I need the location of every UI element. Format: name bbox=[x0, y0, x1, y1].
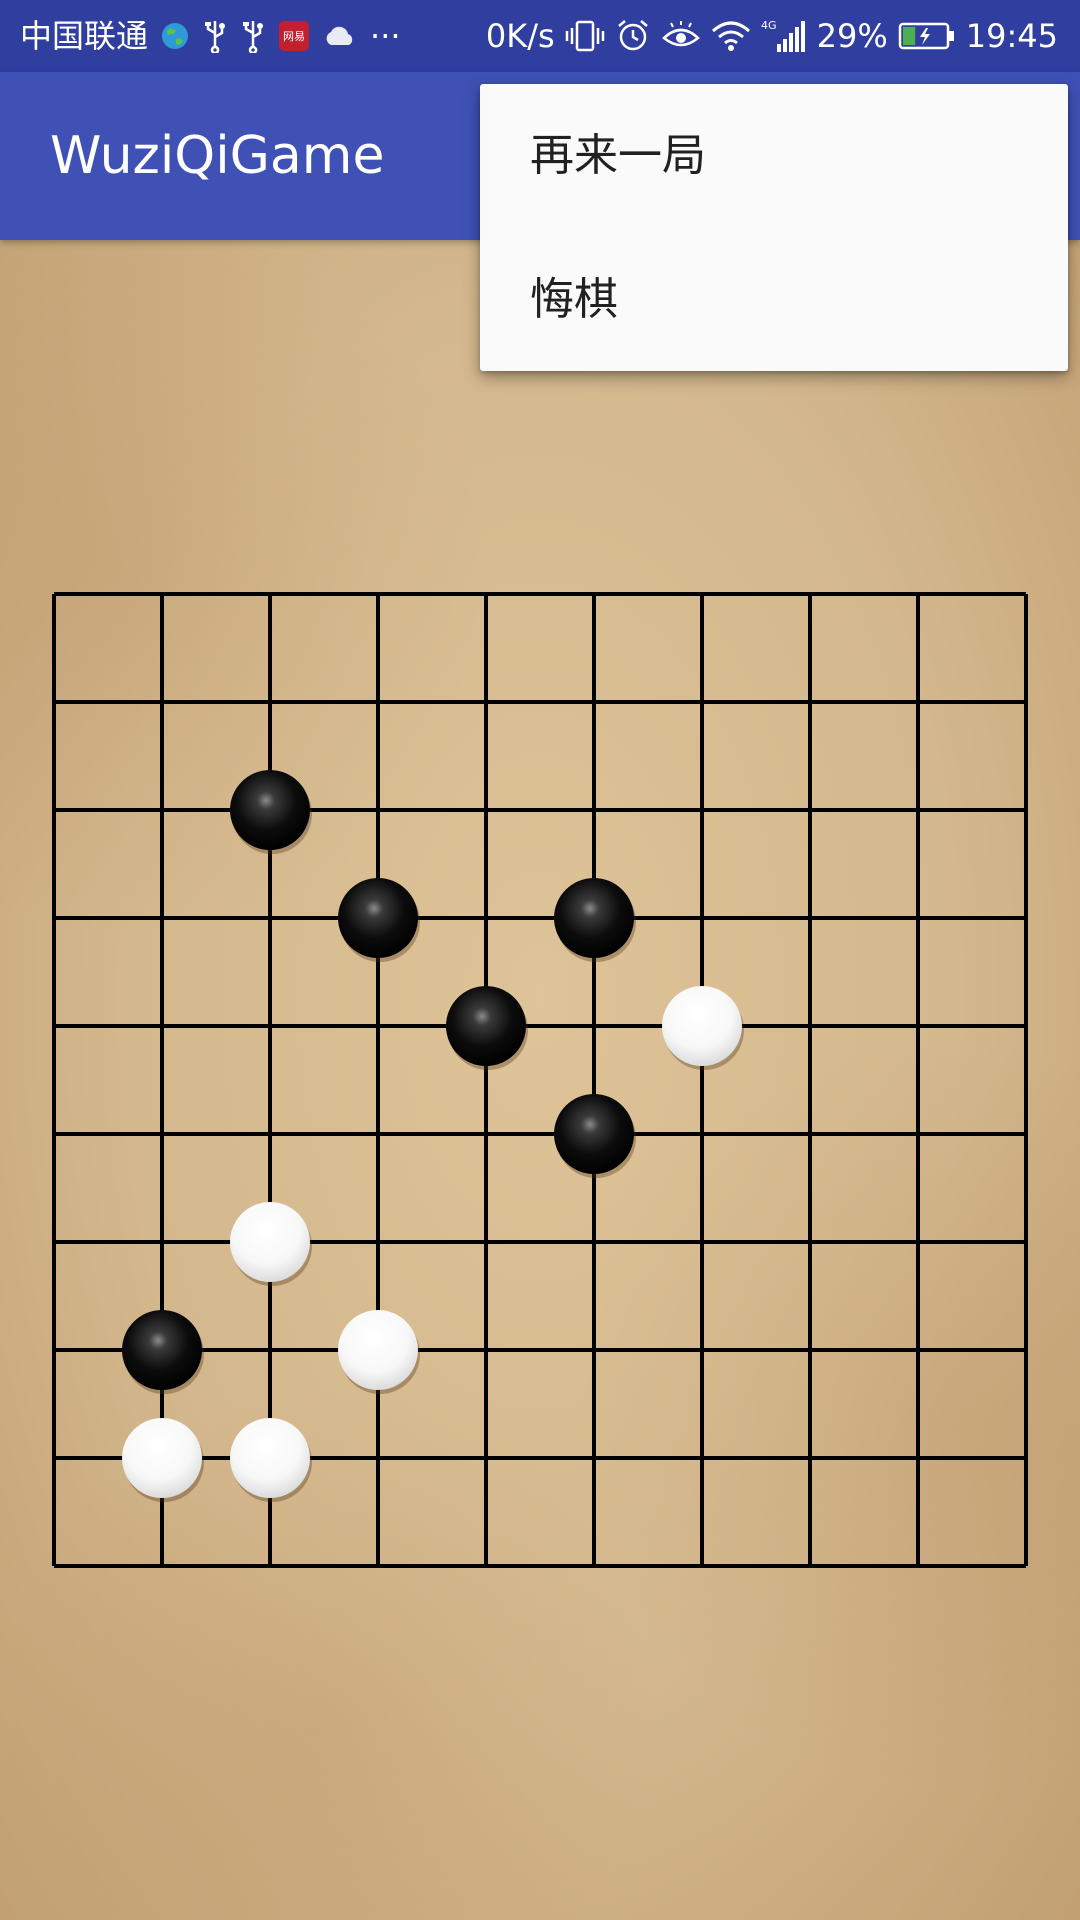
eye-comfort-icon bbox=[661, 0, 701, 72]
net-speed: 0K/s bbox=[485, 17, 555, 55]
black-stone bbox=[554, 878, 636, 962]
network-type-label: 4G bbox=[761, 19, 777, 32]
white-stone bbox=[230, 1202, 312, 1286]
overflow-menu: 再来一局 悔棋 bbox=[480, 84, 1068, 371]
black-stone bbox=[230, 770, 312, 854]
game-background bbox=[0, 240, 1080, 1920]
white-stone bbox=[122, 1418, 204, 1502]
usb-icon bbox=[202, 0, 228, 72]
board-grid bbox=[52, 592, 1028, 1568]
white-stone bbox=[662, 986, 744, 1070]
cloud-icon bbox=[322, 0, 358, 72]
black-stone bbox=[338, 878, 420, 962]
vibrate-icon bbox=[565, 0, 605, 72]
battery-charging-icon bbox=[898, 0, 956, 72]
clock-time: 19:45 bbox=[965, 17, 1058, 55]
status-left: 中国联通 网易 ··· bbox=[20, 0, 401, 72]
more-dots-icon: ··· bbox=[370, 17, 401, 55]
black-stone bbox=[122, 1310, 204, 1394]
status-right: 0K/s 4G 29% 19:45 bbox=[486, 0, 1058, 72]
signal-icon: 4G bbox=[761, 0, 807, 72]
screen: 中国联通 网易 ··· 0K/s 4G 29% 19:45 WuziQiGame… bbox=[0, 0, 1080, 1920]
app-title: WuziQiGame bbox=[50, 126, 385, 186]
black-stone bbox=[554, 1094, 636, 1178]
battery-percent: 29% bbox=[816, 17, 888, 55]
menu-item-undo[interactable]: 悔棋 bbox=[480, 228, 1068, 371]
usb-icon bbox=[240, 0, 266, 72]
white-stone bbox=[230, 1418, 312, 1502]
earth-icon bbox=[160, 0, 190, 72]
carrier-name: 中国联通 bbox=[20, 17, 149, 55]
gomoku-board[interactable] bbox=[0, 240, 1080, 1920]
menu-item-restart[interactable]: 再来一局 bbox=[480, 84, 1068, 228]
white-stone bbox=[338, 1310, 420, 1394]
black-stone bbox=[446, 986, 528, 1070]
netease-app-icon: 网易 bbox=[278, 0, 310, 72]
netease-badge-text: 网易 bbox=[283, 30, 305, 43]
status-bar: 中国联通 网易 ··· 0K/s 4G 29% 19:45 bbox=[0, 0, 1080, 72]
alarm-icon bbox=[615, 0, 651, 72]
wifi-icon bbox=[711, 0, 751, 72]
